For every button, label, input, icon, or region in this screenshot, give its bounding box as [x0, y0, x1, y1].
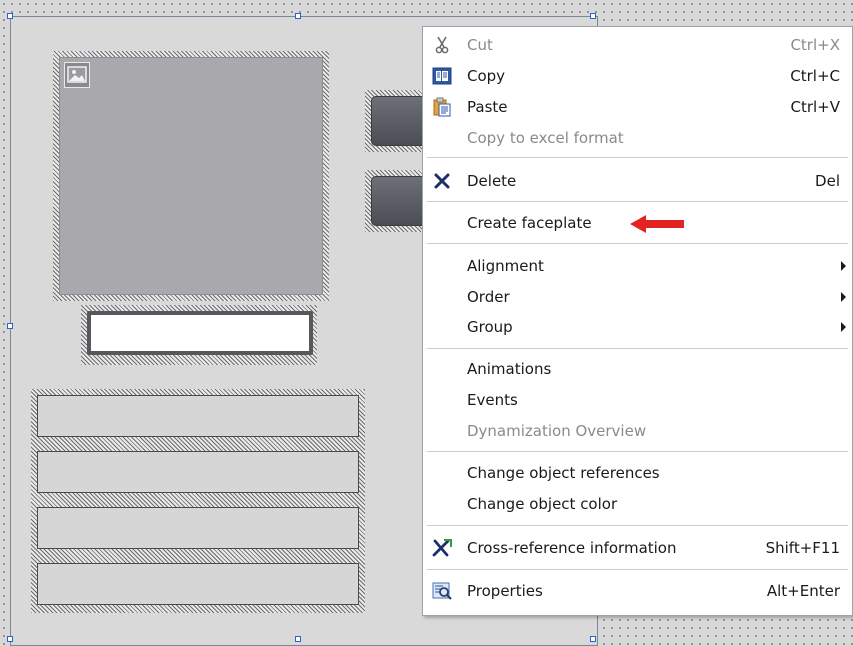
- menu-item-paste[interactable]: Paste Ctrl+V: [423, 93, 852, 121]
- menu-item-label: Cut: [467, 36, 493, 54]
- selection-handle[interactable]: [7, 323, 13, 329]
- menu-item-copy-excel[interactable]: Copy to excel format: [423, 124, 852, 152]
- menu-item-shortcut: Shift+F11: [765, 539, 840, 557]
- selection-handle[interactable]: [7, 13, 13, 19]
- menu-item-dynamization-overview[interactable]: Dynamization Overview: [423, 417, 852, 445]
- io-field[interactable]: [87, 311, 313, 355]
- menu-item-label: Create faceplate: [467, 214, 592, 232]
- scissors-icon: [431, 34, 453, 56]
- menu-item-change-object-references[interactable]: Change object references: [423, 459, 852, 487]
- menu-item-label: Group: [467, 318, 513, 336]
- menu-item-shortcut: Ctrl+X: [790, 36, 840, 54]
- menu-item-animations[interactable]: Animations: [423, 355, 852, 383]
- menu-item-change-object-color[interactable]: Change object color: [423, 490, 852, 518]
- menu-item-alignment[interactable]: Alignment: [423, 252, 852, 280]
- menu-separator: [427, 157, 848, 158]
- delete-x-icon: [431, 170, 453, 192]
- red-arrow-icon: [628, 214, 688, 238]
- submenu-arrow-icon: [841, 261, 846, 271]
- context-menu: Cut Ctrl+X Copy Ctrl+C Paste Ctrl+V Copy…: [422, 26, 853, 616]
- menu-item-label: Paste: [467, 98, 508, 116]
- menu-item-label: Animations: [467, 360, 552, 378]
- submenu-arrow-icon: [841, 322, 846, 332]
- menu-item-label: Events: [467, 391, 518, 409]
- menu-separator: [427, 451, 848, 452]
- image-placeholder[interactable]: [59, 57, 323, 295]
- menu-item-shortcut: Ctrl+C: [790, 67, 840, 85]
- menu-separator: [427, 348, 848, 349]
- menu-item-label: Change object references: [467, 464, 660, 482]
- copy-icon: [431, 65, 453, 87]
- selection-handle[interactable]: [295, 636, 301, 642]
- menu-item-label: Delete: [467, 172, 517, 190]
- menu-separator: [427, 243, 848, 244]
- cross-reference-icon: [431, 537, 453, 559]
- menu-item-label: Copy to excel format: [467, 129, 624, 147]
- selection-handle[interactable]: [590, 13, 596, 19]
- menu-item-group[interactable]: Group: [423, 313, 852, 341]
- menu-item-events[interactable]: Events: [423, 386, 852, 414]
- menu-item-label: Properties: [467, 582, 543, 600]
- menu-item-label: Change object color: [467, 495, 618, 513]
- menu-item-shortcut: Alt+Enter: [766, 582, 840, 600]
- menu-item-cross-reference[interactable]: Cross-reference information Shift+F11: [423, 534, 852, 562]
- menu-separator: [427, 569, 848, 570]
- menu-item-delete[interactable]: Delete Del: [423, 167, 852, 195]
- selection-handle[interactable]: [590, 636, 596, 642]
- menu-item-order[interactable]: Order: [423, 283, 852, 311]
- menu-item-shortcut: Ctrl+V: [790, 98, 840, 116]
- bar-object[interactable]: [37, 451, 359, 493]
- menu-separator: [427, 525, 848, 526]
- paste-icon: [431, 96, 453, 118]
- selection-handle[interactable]: [295, 13, 301, 19]
- menu-item-label: Cross-reference information: [467, 539, 677, 557]
- menu-item-shortcut: Del: [815, 172, 840, 190]
- menu-item-copy[interactable]: Copy Ctrl+C: [423, 62, 852, 90]
- menu-item-label: Alignment: [467, 257, 544, 275]
- menu-item-label: Copy: [467, 67, 506, 85]
- menu-item-label: Order: [467, 288, 510, 306]
- menu-separator: [427, 201, 848, 202]
- selection-handle[interactable]: [7, 636, 13, 642]
- bar-object[interactable]: [37, 563, 359, 605]
- bar-object[interactable]: [37, 507, 359, 549]
- bar-object[interactable]: [37, 395, 359, 437]
- image-icon: [64, 62, 90, 88]
- menu-item-properties[interactable]: Properties Alt+Enter: [423, 577, 852, 605]
- menu-item-cut[interactable]: Cut Ctrl+X: [423, 31, 852, 59]
- submenu-arrow-icon: [841, 292, 846, 302]
- menu-item-label: Dynamization Overview: [467, 422, 647, 440]
- properties-icon: [431, 580, 453, 602]
